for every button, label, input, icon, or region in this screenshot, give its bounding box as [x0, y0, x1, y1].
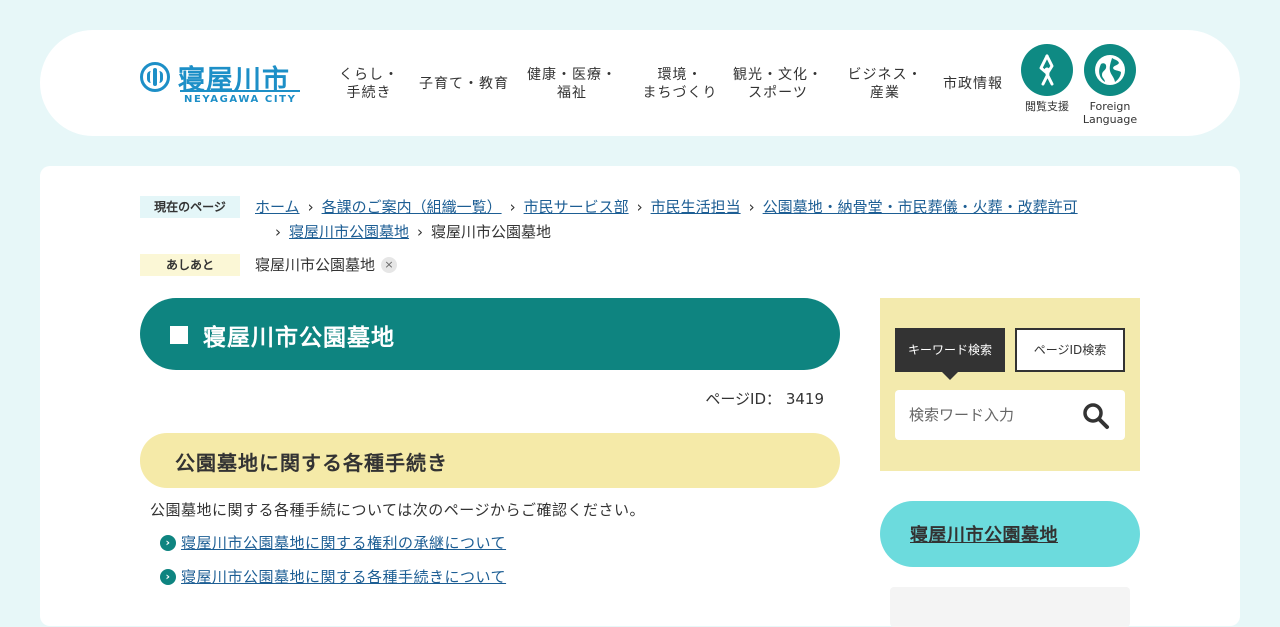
breadcrumb-label: 現在のページ: [140, 196, 240, 218]
tab-keyword-search[interactable]: キーワード検索: [895, 328, 1005, 380]
chevron-right-icon: ›: [160, 568, 176, 585]
search-icon[interactable]: [1082, 402, 1110, 430]
chevron-right-icon: ›: [748, 198, 755, 216]
list-item: › 寝屋川市公園墓地に関する各種手続きについて: [160, 566, 506, 587]
breadcrumb: ホーム › 各課のご案内（組織一覧） › 市民サービス部 › 市民生活担当 › 公園墓地・納骨堂…: [255, 195, 1155, 245]
nav-business[interactable]: ビジネス・ 産業: [836, 64, 934, 104]
breadcrumb-koen-bochi[interactable]: 寝屋川市公園墓地: [289, 223, 409, 241]
ashiato-label: あしあと: [140, 254, 240, 276]
search-panel: キーワード検索 ページID検索: [880, 298, 1140, 471]
link-kenri-shokei[interactable]: 寝屋川市公園墓地に関する権利の承継について: [181, 532, 506, 553]
page-title: 寝屋川市公園墓地: [203, 325, 395, 351]
breadcrumb-koen-bochi-etc[interactable]: 公園墓地・納骨堂・市民葬儀・火葬・改葬許可: [763, 198, 1078, 216]
chevron-right-icon: ›: [636, 198, 643, 216]
nav-shisei[interactable]: 市政情報: [930, 64, 1016, 104]
accessibility-button[interactable]: 閲覧支援: [1015, 44, 1079, 113]
city-emblem-icon: [140, 62, 170, 92]
square-icon: [170, 326, 188, 344]
page-id: ページID： 3419: [705, 388, 824, 409]
tab-page-id-search[interactable]: ページID検索: [1015, 328, 1125, 372]
section-text: 公園墓地に関する各種手続については次のページからご確認ください。: [150, 501, 645, 519]
list-item: › 寝屋川市公園墓地に関する権利の承継について: [160, 532, 506, 553]
breadcrumb-org-list[interactable]: 各課のご案内（組織一覧）: [322, 198, 502, 216]
section-heading-bar: 公園墓地に関する各種手続き: [140, 433, 840, 488]
site-header: 寝屋川市 NEYAGAWA CITY くらし・ 手続き 子育て・教育 健康・医療…: [40, 30, 1240, 136]
chevron-right-icon: ›: [307, 198, 314, 216]
sidebar-section-title: 寝屋川市公園墓地: [880, 501, 1140, 567]
breadcrumb-current: 寝屋川市公園墓地: [431, 223, 552, 241]
foreign-language-label: Foreign Language: [1082, 100, 1138, 126]
section-heading: 公園墓地に関する各種手続き: [175, 451, 448, 475]
nav-kankyo[interactable]: 環境・ まちづくり: [632, 64, 728, 104]
page-id-value: 3419: [785, 390, 824, 408]
foreign-language-button[interactable]: Foreign Language: [1078, 44, 1142, 126]
link-kakushu-tetsuzuki[interactable]: 寝屋川市公園墓地に関する各種手続きについて: [181, 566, 506, 587]
accessibility-label: 閲覧支援: [1025, 100, 1069, 113]
sidebar-title-link[interactable]: 寝屋川市公園墓地: [910, 521, 1058, 547]
close-icon[interactable]: ×: [381, 257, 398, 273]
main-content: 現在のページ ホーム › 各課のご案内（組織一覧） › 市民サービス部 › 市民生活担当 › 公…: [40, 166, 1240, 627]
accessibility-icon: [1021, 44, 1073, 96]
sidebar-menu: [890, 587, 1130, 627]
ashiato-list: 寝屋川市公園墓地 ×: [255, 254, 398, 276]
breadcrumb-home[interactable]: ホーム: [255, 198, 300, 216]
chevron-right-icon: ›: [417, 223, 424, 241]
chevron-right-icon: ›: [509, 198, 516, 216]
logo-underline: [180, 90, 300, 92]
page-title-bar: 寝屋川市公園墓地: [140, 298, 840, 370]
nav-kanko[interactable]: 観光・文化・ スポーツ: [724, 64, 832, 104]
nav-kurashi[interactable]: くらし・ 手続き: [320, 64, 418, 104]
breadcrumb-shimin-seikatsu[interactable]: 市民生活担当: [651, 198, 741, 216]
nav-kenko[interactable]: 健康・医療・ 福祉: [522, 64, 622, 104]
globe-icon: [1084, 44, 1136, 96]
site-logo[interactable]: 寝屋川市 NEYAGAWA CITY: [140, 60, 305, 108]
nav-kosodate[interactable]: 子育て・教育: [416, 64, 512, 104]
logo-subtitle: NEYAGAWA CITY: [184, 94, 297, 105]
ashiato-item[interactable]: 寝屋川市公園墓地: [255, 254, 375, 276]
page-id-label: ページID：: [705, 390, 782, 408]
chevron-right-icon: ›: [160, 534, 176, 551]
breadcrumb-shimin-service[interactable]: 市民サービス部: [524, 198, 629, 216]
chevron-right-icon: ›: [275, 223, 281, 241]
